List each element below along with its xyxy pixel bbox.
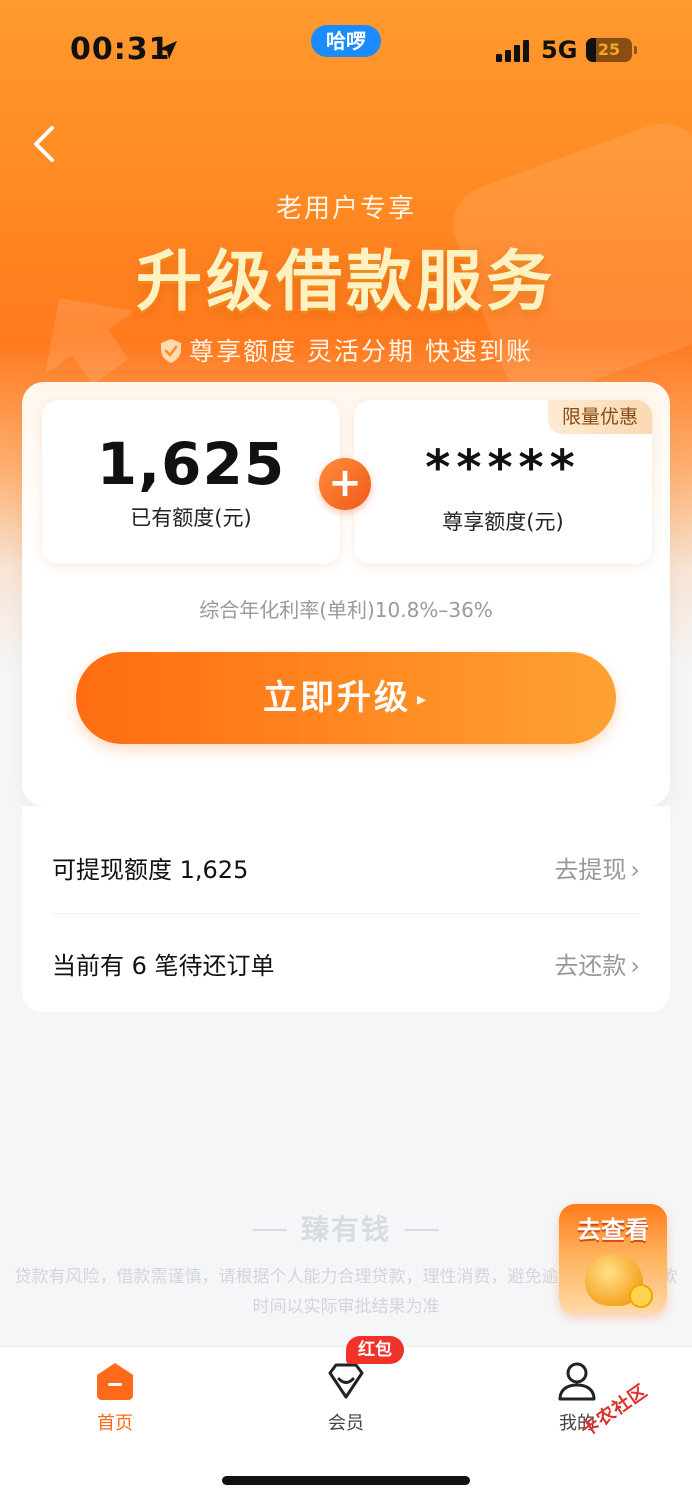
list-item-repay[interactable]: 当前有 6 笔待还订单 去还款 › xyxy=(52,914,640,1010)
interest-rate-text: 综合年化利率(单利)10.8%–36% xyxy=(199,598,493,622)
exclusive-quota-box: 限量优惠 ***** 尊享额度(元) xyxy=(354,400,652,564)
info-list: 可提现额度 1,625 去提现 › 当前有 6 笔待还订单 去还款 › xyxy=(22,806,670,1012)
exclusive-quota-caption: 尊享额度(元) xyxy=(442,510,564,534)
existing-quota-caption: 已有额度(元) xyxy=(130,506,252,530)
coin-icon xyxy=(629,1284,653,1308)
status-bar: 00:31 哈啰 5G 25 xyxy=(0,0,692,100)
limited-offer-tag: 限量优惠 xyxy=(548,400,652,434)
repay-link-label: 去还款 xyxy=(554,952,627,980)
tab-home-label: 首页 xyxy=(97,1413,133,1434)
upgrade-button[interactable]: 立即升级 ▸ xyxy=(76,652,616,744)
play-arrow-icon: ▸ xyxy=(416,689,430,710)
promo-label: 去查看 xyxy=(577,1216,649,1244)
withdraw-link[interactable]: 去提现 › xyxy=(554,850,640,885)
divider xyxy=(252,1229,287,1231)
battery-icon: 25 xyxy=(586,38,637,62)
feature-text: 尊享额度 灵活分期 快速到账 xyxy=(189,337,533,366)
quota-card: 1,625 已有额度(元) 限量优惠 ***** 尊享额度(元) + 综合年化利… xyxy=(22,382,670,806)
shield-check-icon xyxy=(161,339,182,363)
back-arrow-icon[interactable] xyxy=(28,122,64,166)
feature-line: 尊享额度 灵活分期 快速到账 xyxy=(0,332,692,368)
list-item-withdraw[interactable]: 可提现额度 1,625 去提现 › xyxy=(52,818,640,914)
location-arrow-icon xyxy=(159,41,177,59)
withdraw-label: 可提现额度 1,625 xyxy=(52,856,249,884)
page-title: 升级借款服务 xyxy=(136,243,556,320)
brand-name: 臻有钱 xyxy=(300,1213,391,1246)
tab-member[interactable]: 会员 xyxy=(286,1359,406,1435)
plus-icon: + xyxy=(319,458,371,510)
chevron-right-icon: › xyxy=(630,856,640,884)
divider xyxy=(405,1229,439,1231)
app-pill[interactable]: 哈啰 xyxy=(311,25,381,57)
home-indicator xyxy=(222,1476,470,1485)
home-icon xyxy=(97,1363,133,1400)
withdraw-link-label: 去提现 xyxy=(554,856,627,884)
floating-promo[interactable]: 去查看 xyxy=(559,1204,667,1314)
member-icon xyxy=(328,1363,364,1399)
existing-quota-box: 1,625 已有额度(元) xyxy=(42,400,340,564)
existing-quota-amount: 1,625 xyxy=(96,430,286,498)
signal-icon xyxy=(496,40,532,62)
chevron-right-icon: › xyxy=(630,952,640,980)
repay-label: 当前有 6 笔待还订单 xyxy=(52,952,275,980)
red-packet-badge: 红包 xyxy=(346,1336,404,1364)
network-type: 5G xyxy=(541,36,578,64)
profile-icon xyxy=(558,1362,596,1401)
exclusive-quota-amount: ***** xyxy=(425,440,581,496)
upgrade-button-label: 立即升级 xyxy=(262,678,411,718)
tab-home[interactable]: 首页 xyxy=(55,1359,175,1435)
repay-link[interactable]: 去还款 › xyxy=(554,946,640,981)
tab-member-label: 会员 xyxy=(328,1413,364,1434)
page-subtitle: 老用户专享 xyxy=(275,194,416,224)
